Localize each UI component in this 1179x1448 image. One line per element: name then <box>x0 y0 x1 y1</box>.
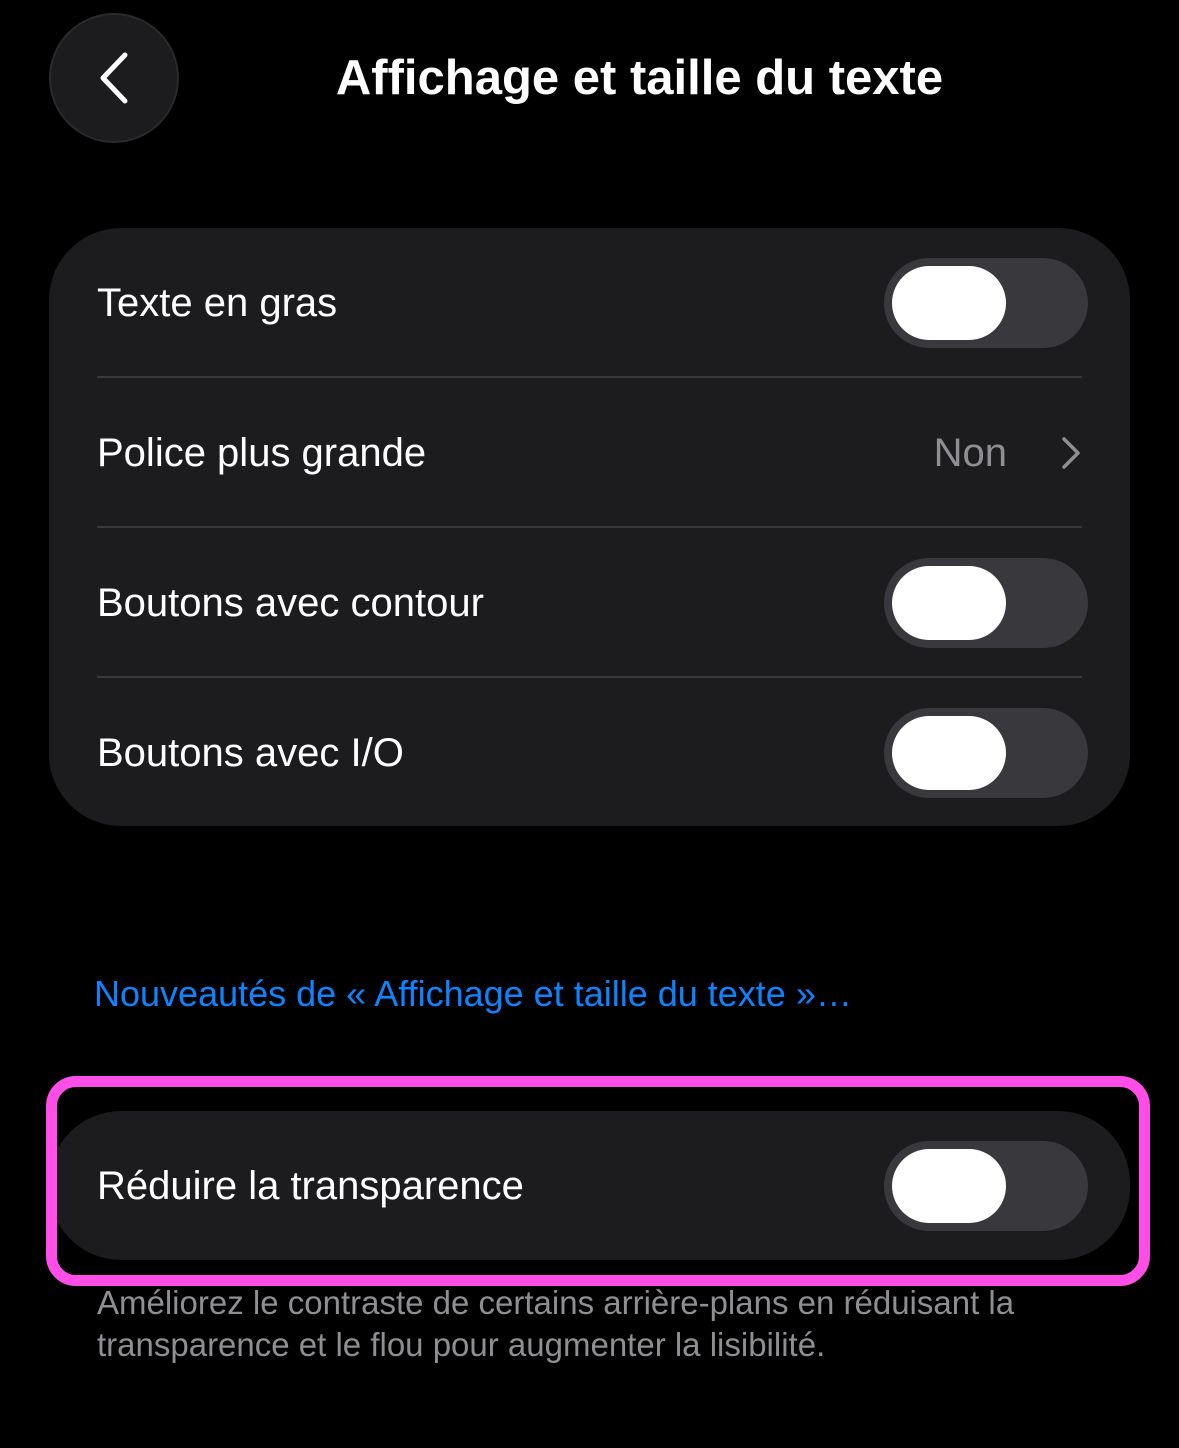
setting-value: Non <box>933 431 1007 475</box>
toggle-knob <box>892 566 1006 640</box>
setting-label: Boutons avec contour <box>97 581 484 625</box>
toggle-knob <box>892 1149 1006 1223</box>
setting-label: Boutons avec I/O <box>97 731 404 775</box>
on-off-labels-toggle[interactable] <box>884 708 1088 798</box>
page-title: Affichage et taille du texte <box>335 51 944 105</box>
chevron-right-icon <box>1062 437 1080 469</box>
toggle-knob <box>892 266 1006 340</box>
reduce-transparency-toggle[interactable] <box>884 1141 1088 1231</box>
settings-group: Texte en gras Police plus grande Non Bou… <box>49 228 1130 826</box>
transparency-group: Réduire la transparence <box>49 1111 1130 1260</box>
whats-new-link[interactable]: Nouveautés de « Affichage et taille du t… <box>94 970 852 1018</box>
chevron-left-icon <box>100 52 128 104</box>
setting-label: Texte en gras <box>97 281 338 325</box>
setting-label: Réduire la transparence <box>97 1164 524 1208</box>
transparency-footnote: Améliorez le contraste de certains arriè… <box>97 1284 1015 1363</box>
setting-on-off-labels: Boutons avec I/O <box>49 678 1130 828</box>
bold-text-toggle[interactable] <box>884 258 1088 348</box>
setting-larger-text[interactable]: Police plus grande Non <box>49 378 1130 528</box>
setting-bold-text: Texte en gras <box>49 228 1130 378</box>
setting-button-shapes: Boutons avec contour <box>49 528 1130 678</box>
toggle-knob <box>892 716 1006 790</box>
setting-label: Police plus grande <box>97 431 427 475</box>
setting-reduce-transparency: Réduire la transparence <box>49 1111 1130 1261</box>
back-button[interactable] <box>49 13 179 143</box>
button-shapes-toggle[interactable] <box>884 558 1088 648</box>
